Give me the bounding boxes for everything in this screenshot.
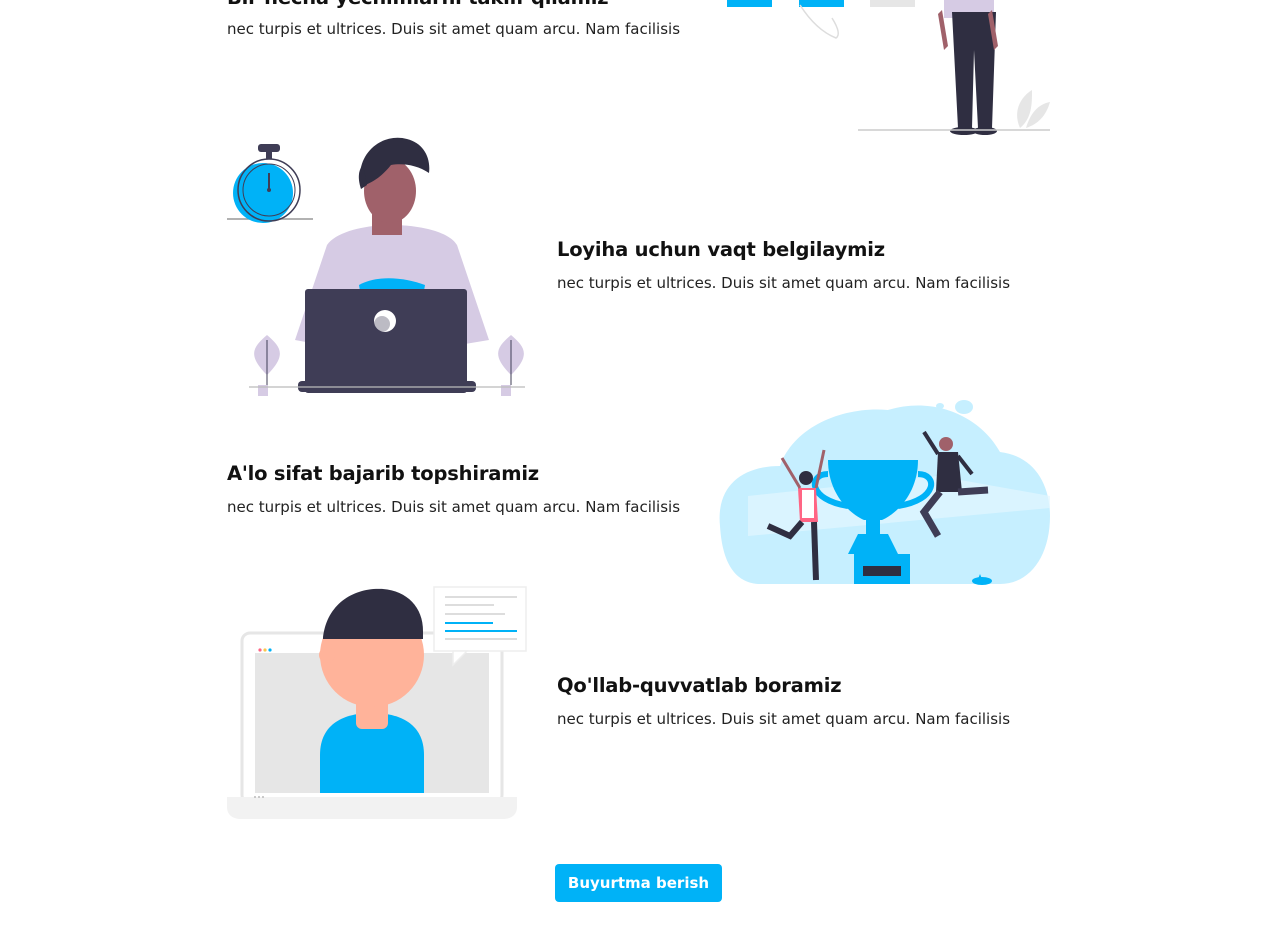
order-button[interactable]: Buyurtma berish xyxy=(555,864,722,902)
feature-title-solutions: Bir necha yechimlarni taklif qilamiz xyxy=(227,0,609,9)
support-illustration xyxy=(227,586,527,819)
feature-title-support: Qo'llab-quvvatlab boramiz xyxy=(557,674,842,697)
feature-description-quality: nec turpis et ultrices. Duis sit amet qu… xyxy=(227,498,681,516)
feature-title-quality: A'lo sifat bajarib topshiramiz xyxy=(227,462,539,485)
solutions-illustration xyxy=(727,0,1050,135)
feature-description-solutions: nec turpis et ultrices. Duis sit amet qu… xyxy=(227,20,681,38)
feature-description-deadline: nec turpis et ultrices. Duis sit amet qu… xyxy=(557,274,1011,292)
feature-description-support: nec turpis et ultrices. Duis sit amet qu… xyxy=(557,710,1011,728)
quality-illustration xyxy=(719,400,1050,585)
feature-title-deadline: Loyiha uchun vaqt belgilaymiz xyxy=(557,238,885,261)
deadline-illustration xyxy=(227,137,525,396)
